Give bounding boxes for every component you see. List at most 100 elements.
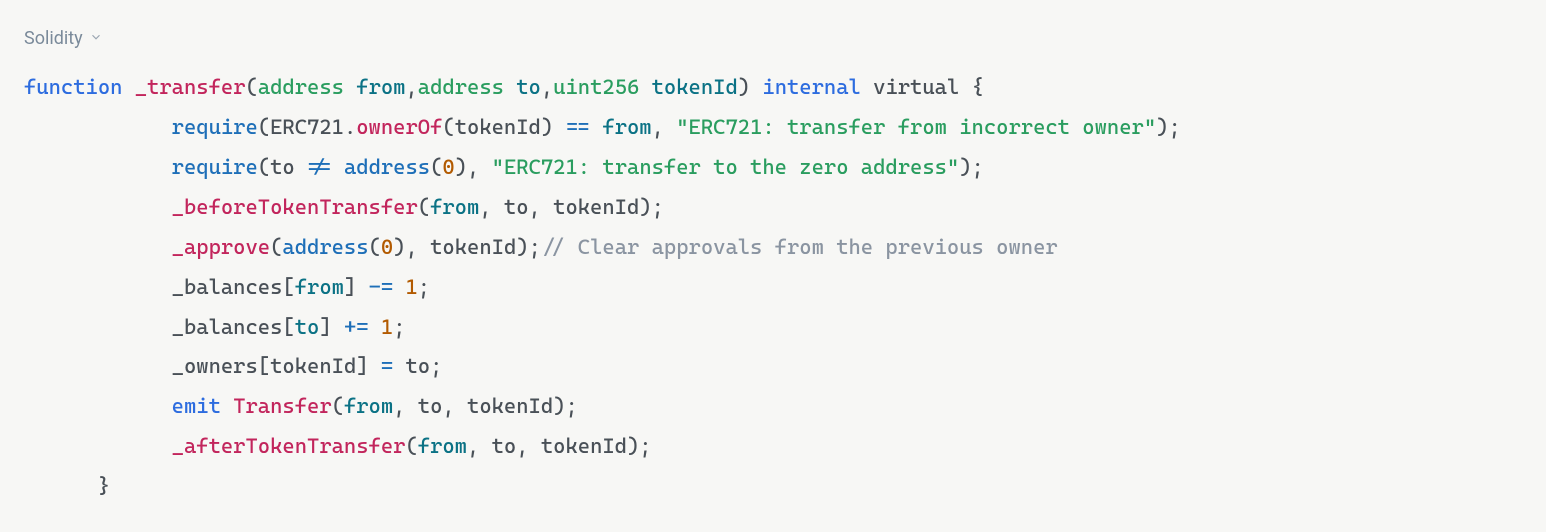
type: address bbox=[258, 75, 344, 99]
punc: ) bbox=[393, 235, 405, 259]
ident: tokenId bbox=[455, 115, 541, 139]
fn: _beforeTokenTransfer bbox=[172, 195, 418, 219]
punc: ) bbox=[959, 155, 971, 179]
punc: ( bbox=[442, 115, 454, 139]
op: += bbox=[344, 315, 369, 339]
punc: ; bbox=[393, 315, 405, 339]
fn: require bbox=[172, 155, 258, 179]
punc: [ bbox=[282, 275, 294, 299]
punc: ) bbox=[639, 195, 651, 219]
punc: ( bbox=[418, 195, 430, 219]
kw: emit bbox=[172, 394, 221, 418]
ident: _balances bbox=[172, 275, 283, 299]
punc: ; bbox=[639, 434, 651, 458]
ident: _owners bbox=[172, 354, 258, 378]
punc: ) bbox=[541, 115, 553, 139]
param: from bbox=[356, 75, 405, 99]
ident: to bbox=[270, 155, 295, 179]
code-line: _afterTokenTransfer(from, to, tokenId); bbox=[24, 434, 652, 458]
ident: to bbox=[295, 315, 320, 339]
code-block-container: Solidity function _transfer(address from… bbox=[0, 0, 1546, 531]
punc: , bbox=[541, 75, 553, 99]
punc: , bbox=[405, 235, 417, 259]
punc: ] bbox=[356, 354, 368, 378]
fn: require bbox=[172, 115, 258, 139]
ident: tokenId bbox=[270, 354, 356, 378]
punc: ) bbox=[627, 434, 639, 458]
ident: from bbox=[602, 115, 651, 139]
code-line: require(ERC721.ownerOf(tokenId) == from,… bbox=[24, 115, 1181, 139]
fn-name: _transfer bbox=[135, 75, 246, 99]
fn: address bbox=[282, 235, 368, 259]
code-content: function _transfer(address from,address … bbox=[24, 68, 1522, 507]
code-line: require(to != address(0), "ERC721: trans… bbox=[24, 155, 984, 179]
code-line: _balances[to] += 1; bbox=[24, 315, 406, 339]
punc: ( bbox=[246, 75, 258, 99]
punc: ; bbox=[1168, 115, 1180, 139]
ident: to bbox=[504, 195, 529, 219]
op: == bbox=[565, 115, 590, 139]
brace: { bbox=[972, 75, 984, 99]
ident: from bbox=[430, 195, 479, 219]
op: = bbox=[381, 354, 393, 378]
ident: tokenId bbox=[430, 235, 516, 259]
code-line: _approve(address(0), tokenId);// Clear a… bbox=[24, 235, 1058, 259]
punc: , bbox=[479, 195, 491, 219]
punc: , bbox=[442, 394, 454, 418]
chevron-down-icon bbox=[89, 22, 103, 56]
ident: from bbox=[418, 434, 467, 458]
punc: ( bbox=[332, 394, 344, 418]
ident: to bbox=[418, 394, 443, 418]
punc: ] bbox=[319, 315, 331, 339]
punc: ( bbox=[405, 434, 417, 458]
code-line: } bbox=[24, 474, 110, 498]
param: tokenId bbox=[652, 75, 738, 99]
comment: // Clear approvals from the previous own… bbox=[541, 235, 1058, 259]
punc: ) bbox=[455, 155, 467, 179]
punc: ; bbox=[418, 275, 430, 299]
string: "ERC721: transfer to the zero address" bbox=[492, 155, 960, 179]
punc: [ bbox=[282, 315, 294, 339]
ident: from bbox=[344, 394, 393, 418]
num: 0 bbox=[381, 235, 393, 259]
ident: _balances bbox=[172, 315, 283, 339]
punc: , bbox=[516, 434, 528, 458]
ident: to bbox=[406, 354, 431, 378]
punc: ; bbox=[972, 155, 984, 179]
code-line: emit Transfer(from, to, tokenId); bbox=[24, 394, 578, 418]
fn: _approve bbox=[172, 235, 270, 259]
type: uint256 bbox=[553, 75, 639, 99]
code-line: _beforeTokenTransfer(from, to, tokenId); bbox=[24, 195, 664, 219]
punc: ) bbox=[738, 75, 750, 99]
punc: ] bbox=[344, 275, 356, 299]
punc: , bbox=[405, 75, 417, 99]
punc: ) bbox=[516, 235, 528, 259]
punc: ; bbox=[652, 195, 664, 219]
ident: tokenId bbox=[541, 434, 627, 458]
punc: , bbox=[652, 115, 664, 139]
num: 0 bbox=[442, 155, 454, 179]
kw-function: function bbox=[24, 75, 122, 99]
fn: ownerOf bbox=[356, 115, 442, 139]
punc: , bbox=[393, 394, 405, 418]
language-selector[interactable]: Solidity bbox=[24, 22, 103, 56]
ident: tokenId bbox=[553, 195, 639, 219]
ident: from bbox=[295, 275, 344, 299]
punc: ) bbox=[553, 394, 565, 418]
num: 1 bbox=[381, 315, 393, 339]
fn: Transfer bbox=[233, 394, 331, 418]
type: address bbox=[418, 75, 504, 99]
code-line: _owners[tokenId] = to; bbox=[24, 354, 442, 378]
punc: , bbox=[467, 155, 479, 179]
punc: ( bbox=[258, 155, 270, 179]
punc: ( bbox=[369, 235, 381, 259]
punc: ( bbox=[270, 235, 282, 259]
kw: virtual bbox=[873, 75, 959, 99]
num: 1 bbox=[405, 275, 417, 299]
fn: _afterTokenTransfer bbox=[172, 434, 406, 458]
param: to bbox=[516, 75, 541, 99]
punc: ; bbox=[565, 394, 577, 418]
fn: address bbox=[344, 155, 430, 179]
punc: , bbox=[529, 195, 541, 219]
brace: } bbox=[98, 474, 110, 498]
